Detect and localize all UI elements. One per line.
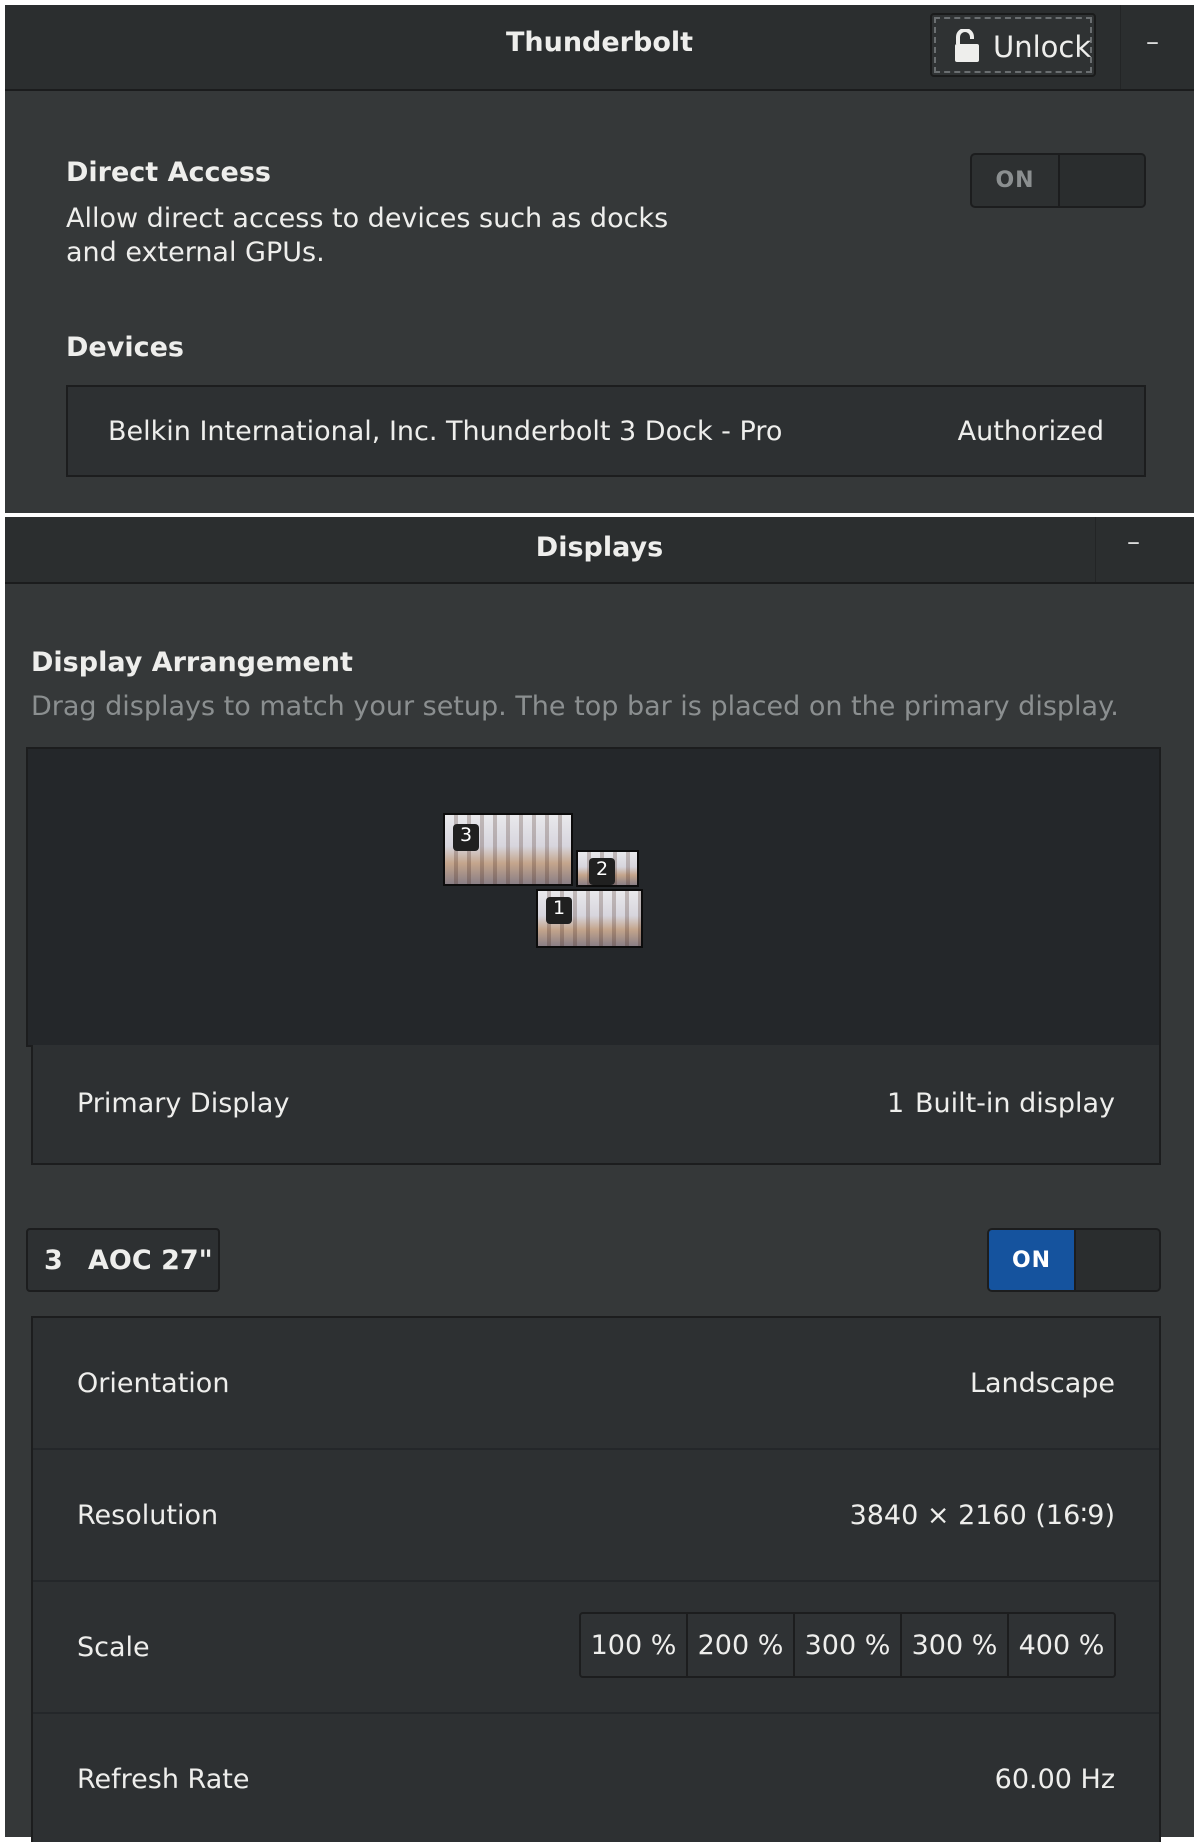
primary-display-label: Primary Display xyxy=(77,1088,290,1119)
primary-display-number: 1 xyxy=(887,1088,905,1119)
unlock-label: Unlock xyxy=(993,30,1092,64)
orientation-label: Orientation xyxy=(77,1368,230,1399)
device-status: Authorized xyxy=(957,416,1104,447)
monitor-number: 3 xyxy=(44,1245,63,1276)
direct-access-description-line2: and external GPUs. xyxy=(66,237,325,268)
scale-300-button[interactable]: 300 % xyxy=(793,1614,900,1676)
switch-on-label: ON xyxy=(989,1230,1074,1290)
scale-button-group: 100 % 200 % 300 % 300 % 400 % xyxy=(579,1612,1116,1678)
refresh-rate-row[interactable]: Refresh Rate 60.00 Hz xyxy=(33,1714,1159,1844)
device-name: Belkin International, Inc. Thunderbolt 3… xyxy=(108,416,783,447)
resolution-row[interactable]: Resolution 3840 × 2160 (16∶9) xyxy=(33,1450,1159,1580)
displays-title: Displays xyxy=(535,532,664,563)
unlock-button[interactable]: Unlock xyxy=(930,13,1096,77)
primary-display-name: Built-in display xyxy=(914,1088,1115,1119)
monitor-selector[interactable]: 3 AOC 27" xyxy=(26,1228,220,1292)
switch-knob[interactable] xyxy=(1074,1230,1159,1290)
refresh-rate-value: 60.00 Hz xyxy=(994,1764,1115,1795)
monitor-2-thumbnail[interactable]: 2 xyxy=(576,850,639,887)
display-settings-list: Orientation Landscape Resolution 3840 × … xyxy=(31,1316,1161,1842)
monitor-1-thumbnail[interactable]: 1 xyxy=(536,889,643,948)
orientation-value: Landscape xyxy=(969,1368,1115,1399)
headerbar-separator xyxy=(1120,5,1121,89)
thunderbolt-panel: Thunderbolt Unlock – Direct Access Allow… xyxy=(5,5,1194,513)
scale-200-button[interactable]: 200 % xyxy=(686,1614,793,1676)
direct-access-title: Direct Access xyxy=(66,157,271,188)
device-row[interactable]: Belkin International, Inc. Thunderbolt 3… xyxy=(66,385,1146,477)
switch-knob[interactable] xyxy=(1058,155,1144,206)
minimize-icon[interactable]: – xyxy=(1146,27,1159,57)
scale-label: Scale xyxy=(77,1632,150,1663)
primary-display-row[interactable]: Primary Display 1 Built-in display xyxy=(31,1045,1161,1165)
monitor-number: 3 xyxy=(453,824,479,851)
monitor-3-thumbnail[interactable]: 3 xyxy=(443,813,573,886)
thunderbolt-headerbar: Thunderbolt Unlock – xyxy=(5,5,1194,91)
resolution-value: 3840 × 2160 (16∶9) xyxy=(849,1500,1115,1531)
display-arrangement-title: Display Arrangement xyxy=(31,647,353,678)
headerbar-separator xyxy=(1095,517,1096,582)
displays-headerbar: Displays – xyxy=(5,517,1194,584)
direct-access-description-line1: Allow direct access to devices such as d… xyxy=(66,203,669,234)
devices-title: Devices xyxy=(66,332,184,363)
monitor-number: 1 xyxy=(546,897,572,924)
monitor-enable-switch[interactable]: ON xyxy=(987,1228,1161,1292)
direct-access-switch[interactable]: ON xyxy=(970,153,1146,208)
switch-on-label: ON xyxy=(995,168,1035,193)
display-arrangement-description: Drag displays to match your setup. The t… xyxy=(31,691,1119,722)
display-arrangement-area[interactable]: 3 2 1 xyxy=(26,747,1161,1047)
refresh-rate-label: Refresh Rate xyxy=(77,1764,250,1795)
scale-100-button[interactable]: 100 % xyxy=(581,1614,686,1676)
scale-400-button[interactable]: 400 % xyxy=(1007,1614,1114,1676)
minimize-icon[interactable]: – xyxy=(1127,527,1140,557)
monitor-number: 2 xyxy=(589,858,615,885)
monitor-name: AOC 27" xyxy=(88,1245,213,1276)
orientation-row[interactable]: Orientation Landscape xyxy=(33,1318,1159,1448)
open-padlock-icon xyxy=(955,29,979,62)
resolution-label: Resolution xyxy=(77,1500,219,1531)
scale-300-button-2[interactable]: 300 % xyxy=(900,1614,1007,1676)
